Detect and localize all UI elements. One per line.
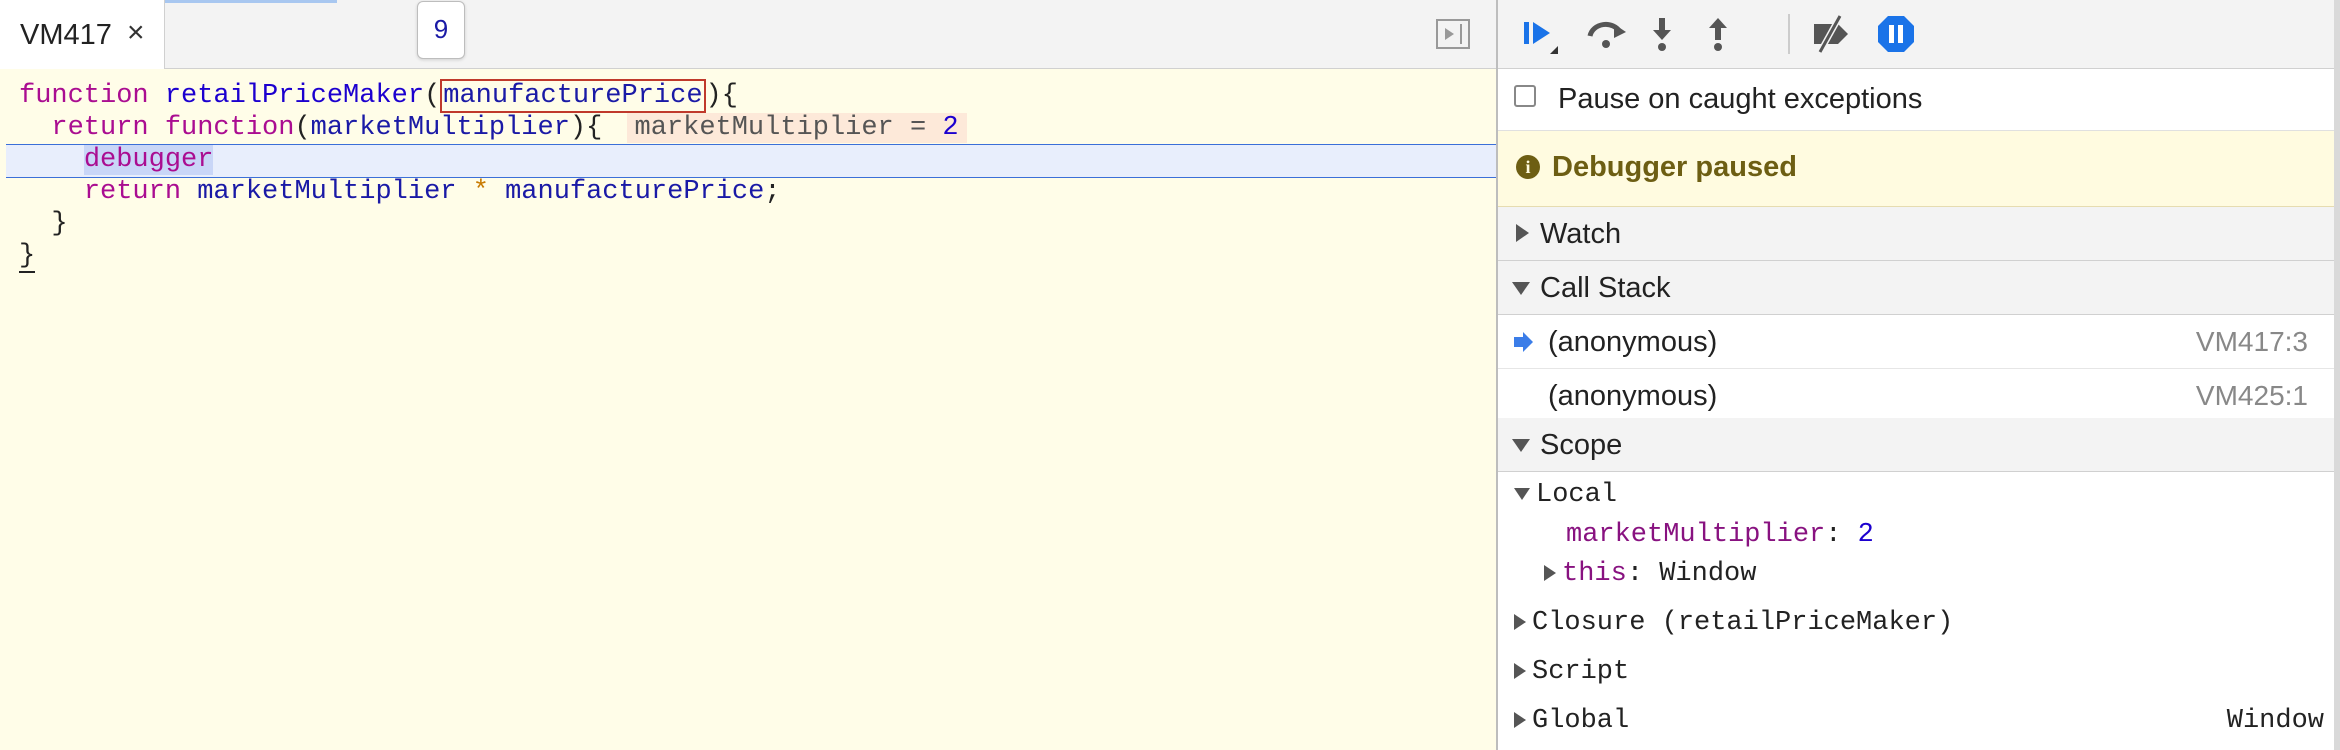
editor-tab-bar: VM417 × 9 xyxy=(0,0,1496,69)
scope-global-header[interactable]: Global xyxy=(1514,704,1629,738)
info-icon: i xyxy=(1516,155,1540,179)
keyword-function: function xyxy=(164,113,295,143)
call-frame-name: (anonymous) xyxy=(1548,380,1718,412)
scope-property-marketMultiplier[interactable]: marketMultiplier: 2 xyxy=(1566,518,1874,552)
function-name: retailPriceMaker xyxy=(164,81,425,111)
operator: * xyxy=(472,177,489,207)
property-name: marketMultiplier xyxy=(1566,520,1826,550)
scope-script-header[interactable]: Script xyxy=(1514,655,1629,689)
sidebar-edge xyxy=(2334,0,2340,750)
scope-local-header[interactable]: Local xyxy=(1514,478,1617,512)
identifier: marketMultiplier xyxy=(197,177,457,207)
call-frame-name: (anonymous) xyxy=(1548,326,1718,358)
debugger-paused-label: Debugger paused xyxy=(1552,151,1797,183)
pause-on-exceptions-icon[interactable] xyxy=(1874,12,1918,56)
scope-closure-header[interactable]: Closure (retailPriceMaker) xyxy=(1514,606,1953,640)
paren: ){ xyxy=(705,81,738,111)
code-area[interactable]: function retailPriceMaker(manufacturePri… xyxy=(0,69,1496,750)
debugger-paused-banner: i Debugger paused xyxy=(1498,131,2334,207)
call-frame-location[interactable]: VM417:3 xyxy=(2196,326,2308,358)
keyword-function: function xyxy=(19,81,149,111)
collapse-icon xyxy=(1514,487,1530,500)
keyword-return: return xyxy=(83,177,182,207)
collapse-icon xyxy=(1512,282,1530,295)
global-scope-value: Window xyxy=(2226,706,2324,736)
pause-on-caught-exceptions-label[interactable]: Pause on caught exceptions xyxy=(1558,83,1922,116)
call-frame-row[interactable]: (anonymous) VM417:3 xyxy=(1498,315,2334,369)
scope-property-this[interactable]: this: Window xyxy=(1544,557,1756,591)
collapse-icon xyxy=(1512,439,1530,452)
pause-on-caught-exceptions-row[interactable]: Pause on caught exceptions xyxy=(1498,69,2334,131)
watch-label: Watch xyxy=(1540,218,1622,250)
local-scope-label: Local xyxy=(1536,480,1618,510)
property-value: Window xyxy=(1659,559,1757,589)
code-line-4[interactable]: return marketMultiplier * manufacturePri… xyxy=(19,176,781,208)
file-tab-label[interactable]: VM417 xyxy=(20,19,112,52)
execution-line-highlight xyxy=(6,144,1496,178)
semicolon: ; xyxy=(764,177,781,207)
file-tab-vm417[interactable]: VM417 × xyxy=(0,0,165,69)
code-line-1[interactable]: function retailPriceMaker(manufacturePri… xyxy=(19,79,738,113)
expand-icon xyxy=(1544,564,1556,581)
toolbar-separator xyxy=(1788,14,1790,54)
code-line-6[interactable]: } xyxy=(19,240,36,273)
code-line-3[interactable]: debugger xyxy=(19,144,214,176)
hovered-parameter[interactable]: manufacturePrice xyxy=(440,79,706,113)
closure-scope-label: Closure (retailPriceMaker) xyxy=(1532,608,1954,638)
watch-section-header[interactable]: Watch xyxy=(1498,207,2334,261)
call-frame-row[interactable]: (anonymous) VM425:1 xyxy=(1498,369,2334,423)
close-icon[interactable]: × xyxy=(127,18,145,48)
call-frame-location[interactable]: VM425:1 xyxy=(2196,380,2308,412)
resume-icon[interactable] xyxy=(1520,12,1564,56)
inline-variable-value: marketMultiplier = 2 xyxy=(626,113,967,143)
debugger-sidebar: Pause on caught exceptions i Debugger pa… xyxy=(1496,0,2340,750)
brace: } xyxy=(51,209,68,239)
expand-icon xyxy=(1514,711,1526,728)
step-out-icon[interactable] xyxy=(1696,12,1740,56)
scope-label: Scope xyxy=(1540,429,1623,461)
call-stack-label: Call Stack xyxy=(1540,272,1671,304)
paren: ( xyxy=(294,113,311,143)
global-scope-label: Global xyxy=(1532,706,1630,736)
value-popover: 9 xyxy=(417,1,465,59)
expand-icon xyxy=(1514,613,1526,630)
debugger-toolbar xyxy=(1498,0,2334,69)
code-line-2[interactable]: return function(marketMultiplier){ marke… xyxy=(19,112,967,144)
script-scope-label: Script xyxy=(1532,657,1630,687)
call-stack-section-header[interactable]: Call Stack xyxy=(1498,261,2334,315)
current-frame-arrow-icon xyxy=(1514,332,1533,352)
pause-on-caught-exceptions-checkbox[interactable] xyxy=(1514,85,1536,107)
parameter: marketMultiplier xyxy=(310,113,570,143)
expand-icon xyxy=(1516,224,1529,242)
step-into-icon[interactable] xyxy=(1640,12,1684,56)
source-editor-pane: VM417 × 9 function retailPriceMaker(manu… xyxy=(0,0,1496,750)
identifier: manufacturePrice xyxy=(505,177,765,207)
keyword-return: return xyxy=(51,113,149,143)
paren: ( xyxy=(424,81,441,111)
keyword-debugger: debugger xyxy=(83,145,214,175)
expand-icon xyxy=(1514,662,1526,679)
scope-section-header[interactable]: Scope xyxy=(1498,418,2334,472)
inline-variable-number: 2 xyxy=(942,113,959,143)
property-value[interactable]: 2 xyxy=(1858,520,1874,550)
paren: ){ xyxy=(569,113,603,143)
toggle-debugger-sidebar-icon[interactable] xyxy=(1436,19,1470,49)
popover-value: 9 xyxy=(433,14,449,44)
inline-variable-name: marketMultiplier = xyxy=(634,113,943,143)
step-over-icon[interactable] xyxy=(1584,12,1628,56)
code-line-5[interactable]: } xyxy=(19,208,68,240)
brace: } xyxy=(19,241,36,273)
deactivate-breakpoints-icon[interactable] xyxy=(1810,12,1854,56)
property-name: this xyxy=(1562,559,1627,589)
